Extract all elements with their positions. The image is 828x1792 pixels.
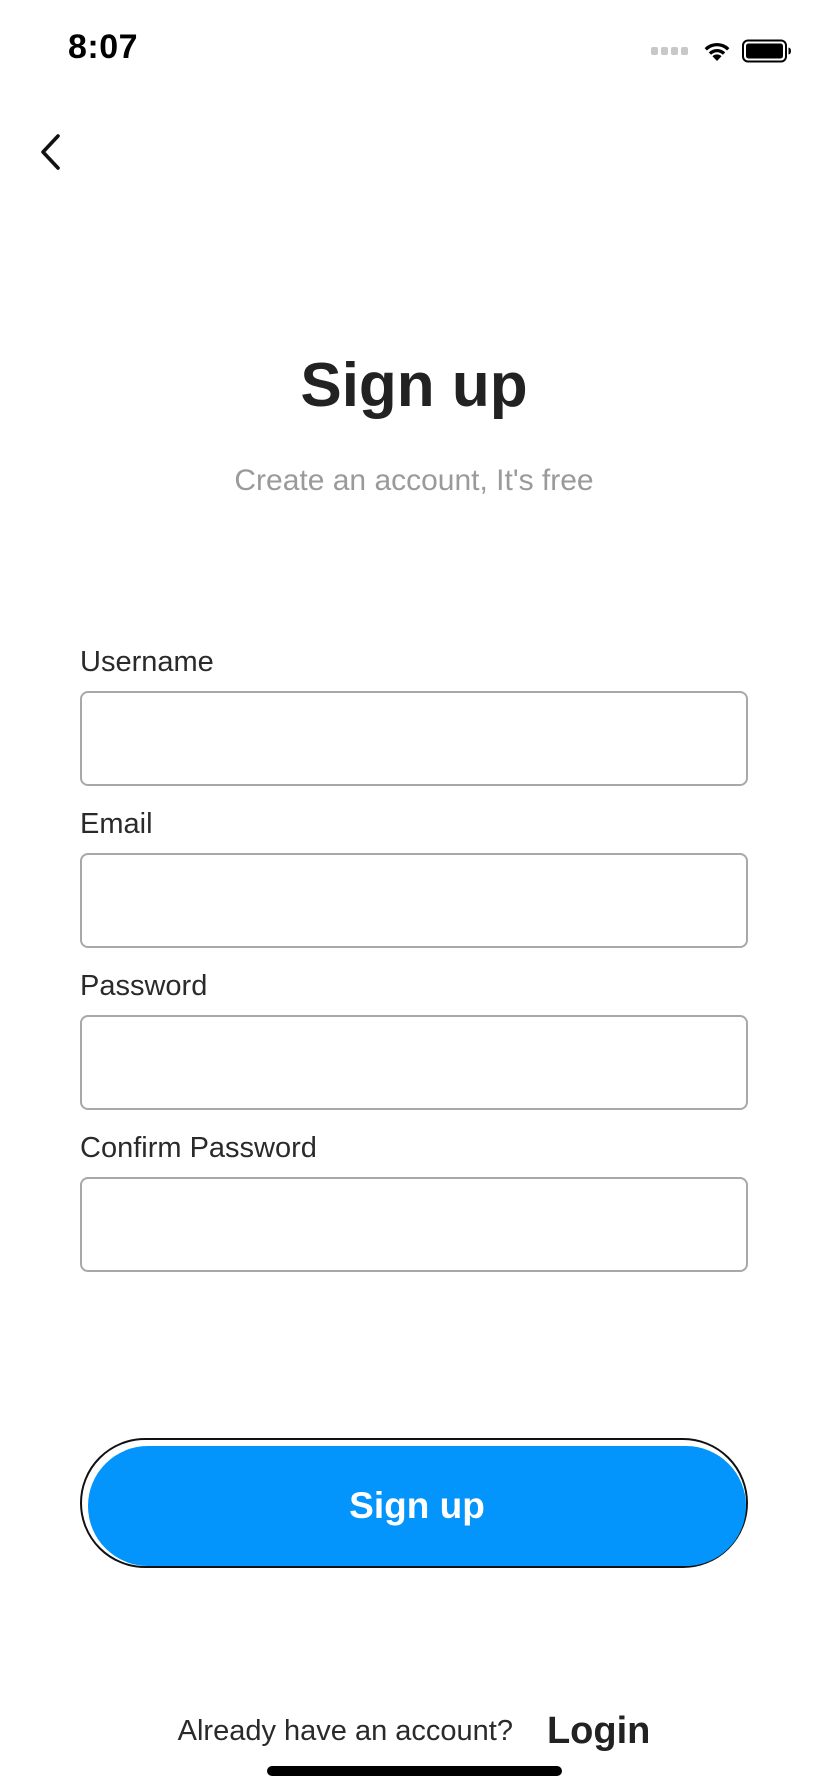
username-input[interactable] bbox=[80, 691, 748, 786]
confirm-password-input[interactable] bbox=[80, 1177, 748, 1272]
battery-icon bbox=[742, 39, 791, 63]
status-bar: 8:07 bbox=[0, 0, 828, 100]
status-time: 8:07 bbox=[68, 28, 139, 66]
page-subtitle: Create an account, It's free bbox=[234, 464, 594, 497]
login-link[interactable]: Login bbox=[547, 1710, 650, 1753]
wifi-icon bbox=[704, 42, 730, 61]
password-label: Password bbox=[80, 970, 208, 1002]
email-label: Email bbox=[80, 808, 153, 840]
page-title: Sign up bbox=[300, 351, 528, 420]
chevron-left-icon bbox=[41, 134, 60, 170]
email-input[interactable] bbox=[80, 853, 748, 948]
back-button[interactable] bbox=[28, 130, 72, 174]
footer: Already have an account? Login bbox=[0, 1706, 828, 1756]
status-icons bbox=[651, 36, 792, 66]
signup-button[interactable]: Sign up bbox=[88, 1446, 746, 1566]
signal-dots-icon bbox=[651, 47, 688, 55]
home-indicator bbox=[267, 1766, 562, 1776]
username-label: Username bbox=[80, 646, 214, 678]
password-input[interactable] bbox=[80, 1015, 748, 1110]
login-prompt: Already have an account? bbox=[177, 1714, 513, 1747]
confirm-password-label: Confirm Password bbox=[80, 1132, 317, 1164]
